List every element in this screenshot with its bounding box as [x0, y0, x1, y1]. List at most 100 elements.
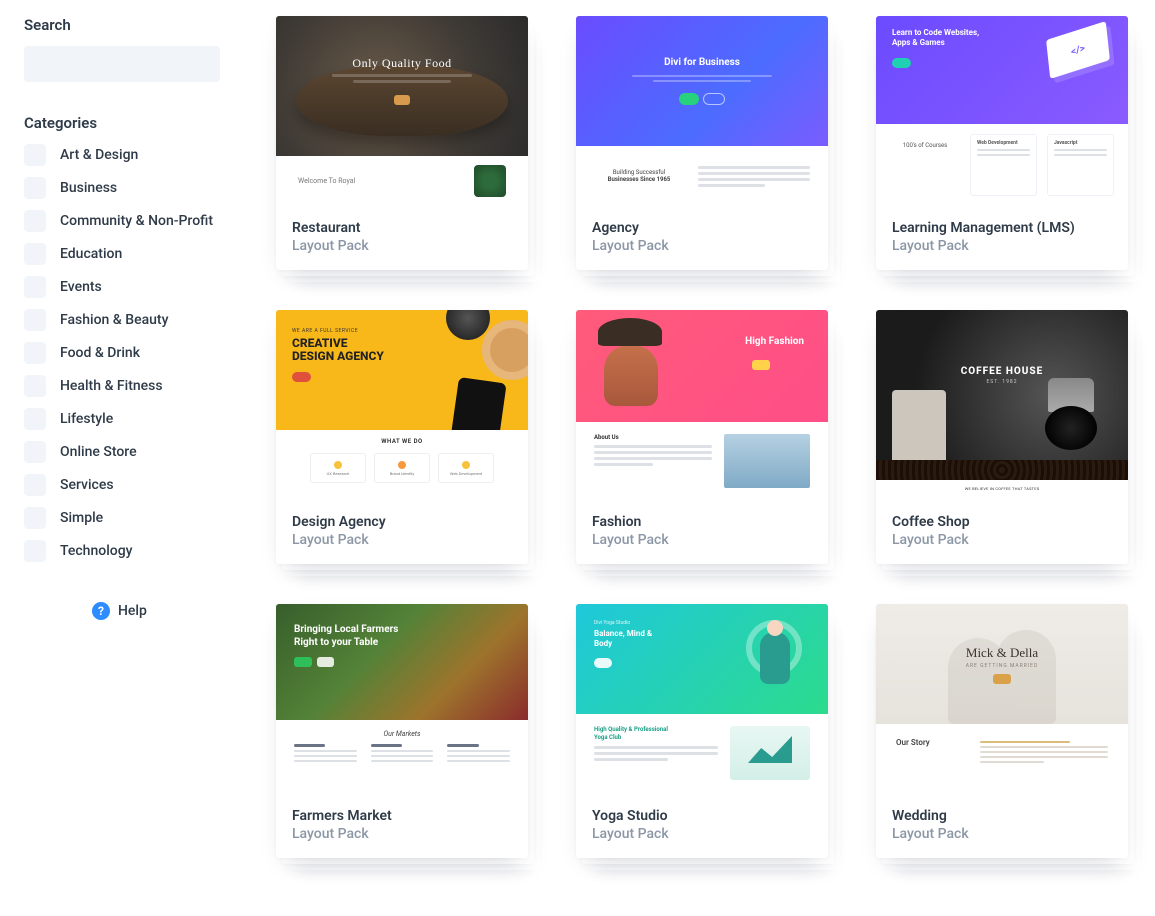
layout-subtitle: Layout Pack — [292, 532, 512, 548]
layout-title: Restaurant — [292, 220, 512, 236]
category-label: Technology — [60, 543, 133, 559]
category-art-design[interactable]: Art & Design — [24, 144, 220, 166]
thumb-headline: Divi for Business — [664, 57, 740, 68]
thumb-band-text: Businesses Since 1965 — [594, 176, 684, 183]
layout-card-design-agency[interactable]: WE ARE A FULL SERVICE CREATIVEDESIGN AGE… — [276, 310, 528, 564]
layout-card[interactable]: Divi Yoga StudioBalance, Mind &Body High… — [576, 604, 828, 858]
layout-card[interactable]: Mick & Della ARE GETTING MARRIED Our Sto… — [876, 604, 1128, 858]
category-label: Events — [60, 279, 102, 295]
thumb-col-label: Web Development — [977, 140, 1030, 146]
layout-card-lms[interactable]: Learn to Code Websites,Apps & Games </> … — [876, 16, 1128, 270]
checkbox-icon[interactable] — [24, 342, 46, 364]
category-label: Art & Design — [60, 147, 138, 163]
category-services[interactable]: Services — [24, 474, 220, 496]
layout-card[interactable]: WE ARE A FULL SERVICE CREATIVEDESIGN AGE… — [276, 310, 528, 564]
layout-card[interactable]: Bringing Local Farmers Right to your Tabl… — [276, 604, 528, 858]
thumb-cta-icon — [993, 674, 1011, 684]
checkbox-icon[interactable] — [24, 276, 46, 298]
thumb-band-title: Yoga Club — [594, 734, 621, 741]
checkbox-icon[interactable] — [24, 309, 46, 331]
category-business[interactable]: Business — [24, 177, 220, 199]
thumb-headline: Mick & Della — [966, 645, 1038, 661]
layout-subtitle: Layout Pack — [592, 532, 812, 548]
category-simple[interactable]: Simple — [24, 507, 220, 529]
layout-thumbnail: High Fashion About Us — [576, 310, 828, 500]
category-label: Online Store — [60, 444, 137, 460]
category-technology[interactable]: Technology — [24, 540, 220, 562]
category-lifestyle[interactable]: Lifestyle — [24, 408, 220, 430]
thumb-band-text: 100's of Courses — [890, 134, 960, 196]
thumb-headline: CREATIVE — [292, 336, 347, 350]
thumb-headline: High Fashion — [745, 336, 804, 347]
thumb-cta-icon — [703, 93, 725, 105]
category-education[interactable]: Education — [24, 243, 220, 265]
layout-title: Yoga Studio — [592, 808, 812, 824]
category-events[interactable]: Events — [24, 276, 220, 298]
thumb-box-label: UX Research — [327, 471, 350, 476]
help-icon: ? — [92, 602, 110, 620]
layout-thumbnail: WE ARE A FULL SERVICE CREATIVEDESIGN AGE… — [276, 310, 528, 500]
thumb-band-title: Our Story — [896, 738, 966, 780]
checkbox-icon[interactable] — [24, 441, 46, 463]
checkbox-icon[interactable] — [24, 243, 46, 265]
sidebar: Search Categories Art & Design Business … — [24, 16, 220, 620]
layout-subtitle: Layout Pack — [892, 238, 1112, 254]
category-fashion-beauty[interactable]: Fashion & Beauty — [24, 309, 220, 331]
layout-subtitle: Layout Pack — [592, 826, 812, 842]
category-community-nonprofit[interactable]: Community & Non-Profit — [24, 210, 220, 232]
category-label: Business — [60, 180, 117, 196]
checkbox-icon[interactable] — [24, 507, 46, 529]
category-food-drink[interactable]: Food & Drink — [24, 342, 220, 364]
layout-card-coffee-shop[interactable]: COFFEE HOUSEEST. 1982 WE BELIEVE IN COFF… — [876, 310, 1128, 564]
thumb-band-title: Our Markets — [294, 730, 510, 738]
coffee-grinder-icon — [1034, 378, 1108, 472]
help-link[interactable]: ? Help — [92, 602, 220, 620]
search-input[interactable] — [24, 46, 220, 82]
layout-card[interactable]: COFFEE HOUSEEST. 1982 WE BELIEVE IN COFF… — [876, 310, 1128, 564]
thumb-cta-icon — [594, 658, 612, 668]
checkbox-icon[interactable] — [24, 474, 46, 496]
thumb-headline: Right to your Table — [294, 637, 378, 648]
layout-subtitle: Layout Pack — [292, 238, 512, 254]
thumb-headline: COFFEE HOUSE — [961, 366, 1044, 377]
layout-title: Coffee Shop — [892, 514, 1112, 530]
dot-icon — [398, 461, 406, 469]
layout-card-yoga-studio[interactable]: Divi Yoga StudioBalance, Mind &Body High… — [576, 604, 828, 858]
thumb-cta-icon — [752, 360, 770, 370]
thumb-cta-icon — [892, 58, 911, 68]
layout-card[interactable]: Divi for Business Building Successful Bu… — [576, 16, 828, 270]
layout-title: Design Agency — [292, 514, 512, 530]
layout-thumbnail: Bringing Local Farmers Right to your Tabl… — [276, 604, 528, 794]
checkbox-icon[interactable] — [24, 210, 46, 232]
layout-title: Learning Management (LMS) — [892, 220, 1112, 236]
thumb-cta-icon — [394, 95, 409, 105]
layout-subtitle: Layout Pack — [292, 826, 512, 842]
thumb-band-title: WHAT WE DO — [290, 438, 514, 445]
coffee-bag-icon — [892, 390, 946, 470]
layout-title: Farmers Market — [292, 808, 512, 824]
dot-icon — [334, 461, 342, 469]
layout-card-restaurant[interactable]: Only Quality Food Welcome To Royal — [276, 16, 528, 270]
thumb-headline: Balance, Mind & — [594, 629, 652, 638]
thumb-headline: Bringing Local Farmers — [294, 624, 398, 635]
coffee-beans-icon — [876, 460, 1128, 480]
layout-card[interactable]: High Fashion About Us Fashion Layout Pac… — [576, 310, 828, 564]
category-health-fitness[interactable]: Health & Fitness — [24, 375, 220, 397]
layout-card[interactable]: Learn to Code Websites,Apps & Games </> … — [876, 16, 1128, 270]
layout-card-fashion[interactable]: High Fashion About Us Fashion Layout Pac… — [576, 310, 828, 564]
layout-card-agency[interactable]: Divi for Business Building Successful Bu… — [576, 16, 828, 270]
category-label: Food & Drink — [60, 345, 140, 361]
checkbox-icon[interactable] — [24, 540, 46, 562]
checkbox-icon[interactable] — [24, 177, 46, 199]
category-label: Services — [60, 477, 114, 493]
layout-card-farmers-market[interactable]: Bringing Local Farmers Right to your Tabl… — [276, 604, 528, 858]
layout-thumbnail: Mick & Della ARE GETTING MARRIED Our Sto… — [876, 604, 1128, 794]
category-online-store[interactable]: Online Store — [24, 441, 220, 463]
thumb-tagline: EST. 1982 — [876, 379, 1128, 385]
thumb-headline: DESIGN AGENCY — [292, 349, 384, 363]
layout-card-wedding[interactable]: Mick & Della ARE GETTING MARRIED Our Sto… — [876, 604, 1128, 858]
checkbox-icon[interactable] — [24, 144, 46, 166]
layout-card[interactable]: Only Quality Food Welcome To Royal — [276, 16, 528, 270]
checkbox-icon[interactable] — [24, 408, 46, 430]
checkbox-icon[interactable] — [24, 375, 46, 397]
